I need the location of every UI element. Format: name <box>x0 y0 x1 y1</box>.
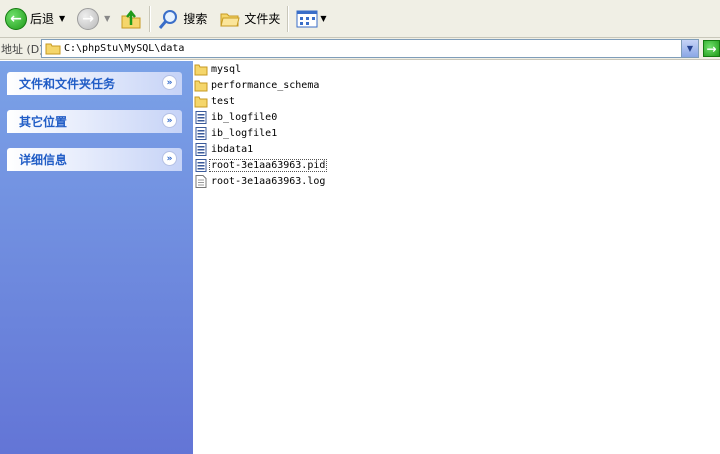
list-item[interactable]: ib_logfile1 <box>194 125 278 141</box>
folders-label: 文件夹 <box>244 12 281 26</box>
chevron-down-icon[interactable]: » <box>162 151 177 166</box>
folders-button[interactable]: 文件夹 <box>216 4 283 34</box>
go-arrow-icon: → <box>706 41 717 56</box>
task-panel-title: 其它位置 <box>19 115 68 129</box>
folder-icon <box>194 80 208 91</box>
task-panel-other-places[interactable]: 其它位置 » <box>7 110 182 133</box>
views-button[interactable]: ▼ <box>293 4 329 34</box>
file-icon <box>195 110 207 124</box>
up-folder-button[interactable] <box>117 4 145 34</box>
folder-icon <box>194 64 208 75</box>
chevron-down-icon[interactable]: » <box>162 75 177 90</box>
folder-icon <box>45 43 61 55</box>
file-name: ibdata1 <box>211 143 254 155</box>
search-button[interactable]: 搜索 <box>155 4 210 34</box>
list-item[interactable]: performance_schema <box>194 77 320 93</box>
forward-button[interactable]: → ▼ <box>74 4 113 34</box>
file-name: mysql <box>211 63 242 75</box>
address-label: 地址 (D) <box>1 42 44 56</box>
toolbar: ← 后退 ▼ → ▼ 搜索 文件夹 ▼ <box>0 0 720 38</box>
back-arrow-icon: ← <box>5 7 27 30</box>
file-name: root-3e1aa63963.log <box>211 175 326 187</box>
file-name: ib_logfile0 <box>211 111 278 123</box>
file-icon <box>195 142 207 156</box>
file-name: root-3e1aa63963.pid <box>208 158 328 172</box>
task-panel-file-folder-tasks[interactable]: 文件和文件夹任务 » <box>7 72 182 95</box>
back-dropdown-icon[interactable]: ▼ <box>59 14 65 23</box>
back-button[interactable]: ← 后退 ▼ <box>2 4 68 34</box>
list-item[interactable]: test <box>194 93 236 109</box>
back-label: 后退 <box>30 12 55 26</box>
list-item[interactable]: ibdata1 <box>194 141 254 157</box>
folder-icon <box>194 96 208 107</box>
file-name: test <box>211 95 236 107</box>
views-dropdown-icon[interactable]: ▼ <box>320 14 326 23</box>
file-list[interactable]: mysql performance_schema test ib_logfile… <box>194 61 720 454</box>
address-bar: 地址 (D) C:\phpStu\MySQL\data ▼ → <box>0 38 720 60</box>
list-item[interactable]: ib_logfile0 <box>194 109 278 125</box>
list-item[interactable]: root-3e1aa63963.log <box>194 173 326 189</box>
file-icon <box>195 158 207 172</box>
text-file-icon <box>195 174 207 188</box>
go-button[interactable]: → <box>703 40 720 57</box>
up-folder-icon <box>121 9 141 28</box>
task-panel-title: 文件和文件夹任务 <box>19 77 116 91</box>
toolbar-separator <box>149 5 152 32</box>
search-label: 搜索 <box>183 12 208 26</box>
list-item-selected[interactable]: root-3e1aa63963.pid <box>194 157 328 173</box>
address-input[interactable]: C:\phpStu\MySQL\data ▼ <box>41 39 699 58</box>
address-dropdown-icon[interactable]: ▼ <box>681 40 698 57</box>
list-item[interactable]: mysql <box>194 61 242 77</box>
forward-arrow-icon: → <box>77 7 100 30</box>
file-name: performance_schema <box>211 79 320 91</box>
task-panel-title: 详细信息 <box>19 153 68 167</box>
file-name: ib_logfile1 <box>211 127 278 139</box>
folders-icon <box>220 13 240 26</box>
address-path: C:\phpStu\MySQL\data <box>64 43 185 54</box>
file-icon <box>195 126 207 140</box>
forward-dropdown-icon[interactable]: ▼ <box>104 14 110 23</box>
toolbar-separator <box>287 5 290 32</box>
views-icon <box>296 10 318 27</box>
task-pane: 文件和文件夹任务 » 其它位置 » 详细信息 » <box>0 61 193 454</box>
search-icon <box>159 9 178 29</box>
chevron-down-icon[interactable]: » <box>162 113 177 128</box>
task-panel-details[interactable]: 详细信息 » <box>7 148 182 171</box>
